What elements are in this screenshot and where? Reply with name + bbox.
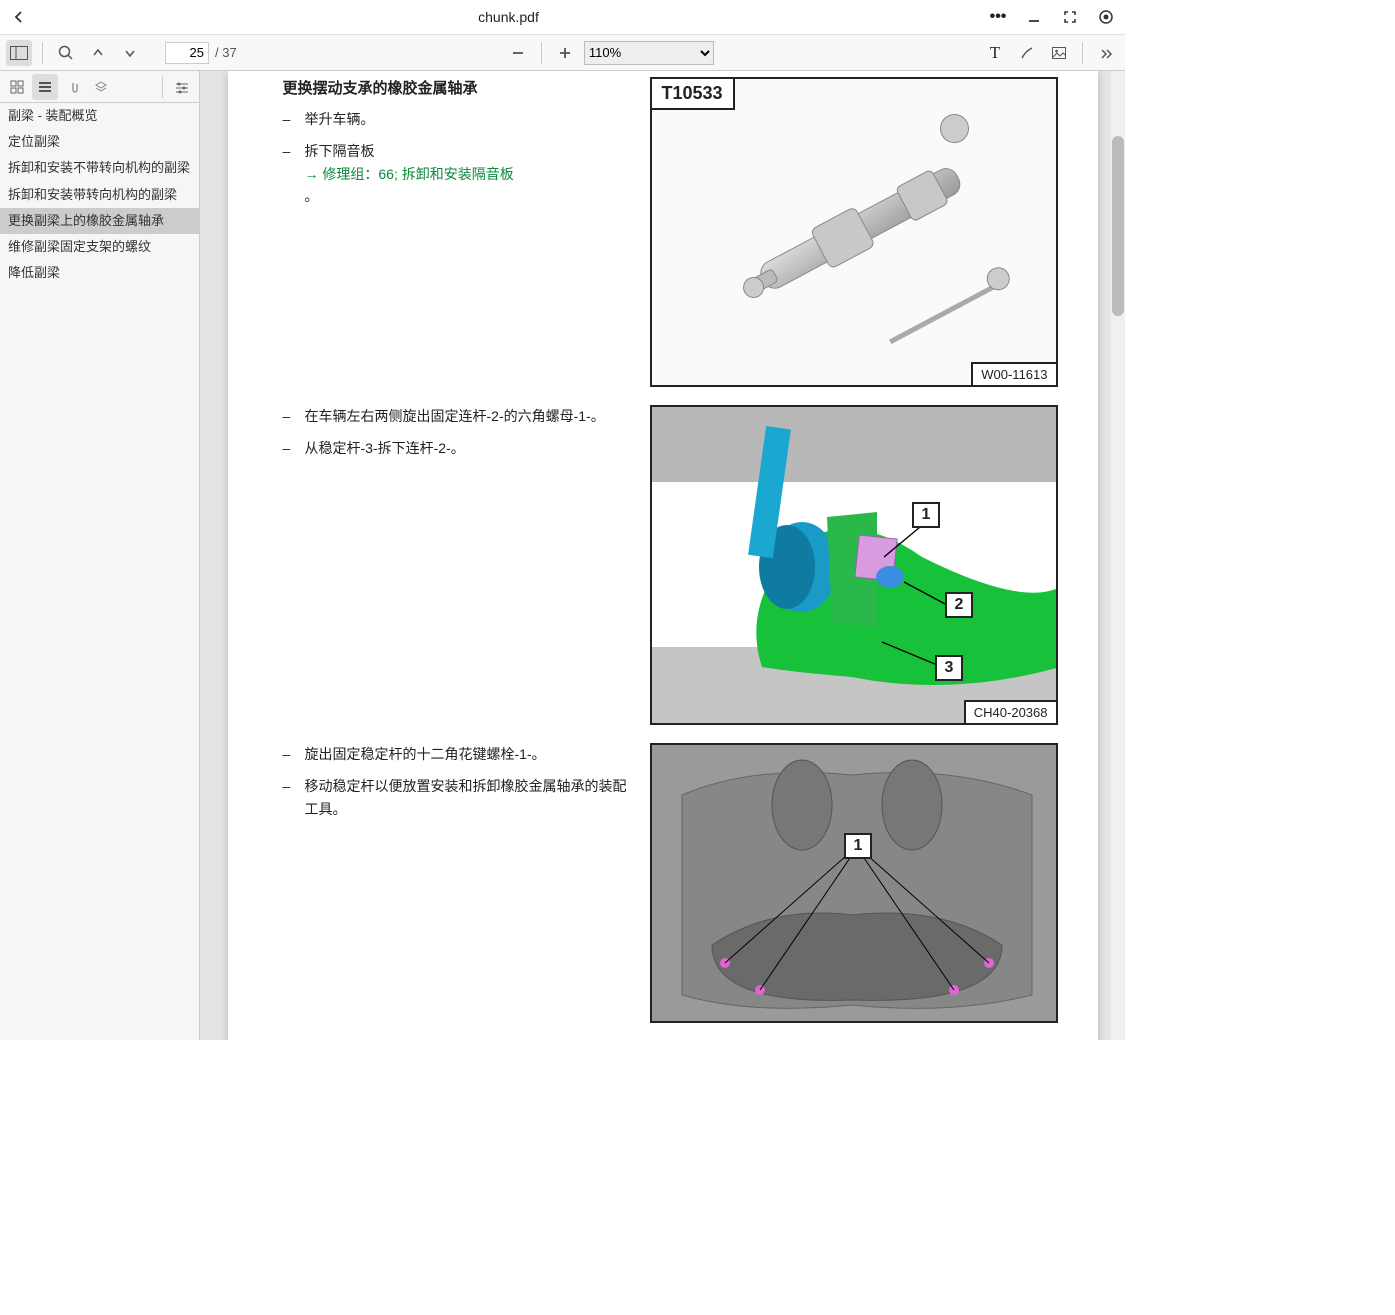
section-heading: 更换摆动支承的橡胶金属轴承 [283, 77, 632, 98]
zoom-select[interactable]: 110% [584, 41, 714, 65]
callout-label: 3 [935, 655, 964, 681]
search-button[interactable] [53, 40, 79, 66]
prev-match-button[interactable] [85, 40, 111, 66]
step-text: 举升车辆。 [283, 108, 632, 130]
sidebar-settings-button[interactable] [169, 74, 195, 100]
more-tools-button[interactable] [1093, 40, 1119, 66]
cross-reference-link[interactable]: → 修理组：66; 拆卸和安装隔音板 [305, 166, 514, 182]
step-text: 从稳定杆-3-拆下连杆-2-。 [283, 437, 632, 459]
scrollbar-track[interactable] [1111, 71, 1125, 1040]
image-tool-button[interactable] [1046, 40, 1072, 66]
tool-number-label: T10533 [652, 79, 735, 110]
minimize-button[interactable] [1023, 6, 1045, 28]
record-button[interactable] [1095, 6, 1117, 28]
outline-item[interactable]: 拆卸和安装不带转向机构的副梁 [0, 155, 199, 181]
step-text: 在车辆左右两侧旋出固定连杆-2-的六角螺母-1-。 [283, 405, 632, 427]
outline-button[interactable] [32, 74, 58, 100]
figure: 1 [650, 743, 1058, 1023]
outline-item[interactable]: 降低副梁 [0, 260, 199, 286]
sidebar: 副梁 - 装配概览 定位副梁 拆卸和安装不带转向机构的副梁 拆卸和安装带转向机构… [0, 71, 200, 1040]
figure: 1 2 3 CH40-20368 [650, 405, 1058, 725]
maximize-button[interactable] [1059, 6, 1081, 28]
callout-label: 1 [844, 833, 873, 859]
layers-button[interactable] [88, 74, 114, 100]
scrollbar-thumb[interactable] [1112, 136, 1124, 316]
window-title: chunk.pdf [30, 9, 987, 25]
page-number-input[interactable] [165, 42, 209, 64]
outline-item[interactable]: 拆卸和安装带转向机构的副梁 [0, 182, 199, 208]
outline-item[interactable]: 定位副梁 [0, 129, 199, 155]
page-total-label: / 37 [215, 45, 237, 60]
draw-tool-button[interactable] [1014, 40, 1040, 66]
figure: T10533 [650, 77, 1058, 387]
thumbnails-button[interactable] [4, 74, 30, 100]
title-bar: chunk.pdf ••• [0, 0, 1125, 35]
main-toolbar: / 37 110% T [0, 35, 1125, 71]
outline-item[interactable]: 维修副梁固定支架的螺纹 [0, 234, 199, 260]
more-button[interactable]: ••• [987, 6, 1009, 28]
zoom-in-button[interactable] [552, 40, 578, 66]
back-button[interactable] [8, 6, 30, 28]
callout-label: 2 [945, 592, 974, 618]
text-tool-button[interactable]: T [982, 40, 1008, 66]
outline-item[interactable]: 更换副梁上的橡胶金属轴承 [0, 208, 199, 234]
callout-label: 1 [912, 502, 941, 528]
attachments-button[interactable] [60, 74, 86, 100]
step-text: 旋出固定稳定杆的十二角花键螺栓-1-。 [283, 743, 632, 765]
sidebar-toggle-button[interactable] [6, 40, 32, 66]
zoom-out-button[interactable] [505, 40, 531, 66]
sidebar-toolbar [0, 71, 199, 103]
outline-item[interactable]: 副梁 - 装配概览 [0, 103, 199, 129]
pdf-page: 更换摆动支承的橡胶金属轴承 举升车辆。 拆下隔音板 → 修理组：66; 拆卸和安… [228, 71, 1098, 1040]
step-text: 拆下隔音板 → 修理组：66; 拆卸和安装隔音板 。 [283, 140, 632, 207]
step-text: 移动稳定杆以便放置安装和拆卸橡胶金属轴承的装配工具。 [283, 775, 632, 820]
outline-list: 副梁 - 装配概览 定位副梁 拆卸和安装不带转向机构的副梁 拆卸和安装带转向机构… [0, 103, 199, 1040]
figure-id-label: W00-11613 [971, 362, 1055, 385]
figure-id-label: CH40-20368 [964, 700, 1056, 723]
next-match-button[interactable] [117, 40, 143, 66]
content-area[interactable]: 更换摆动支承的橡胶金属轴承 举升车辆。 拆下隔音板 → 修理组：66; 拆卸和安… [200, 71, 1125, 1040]
